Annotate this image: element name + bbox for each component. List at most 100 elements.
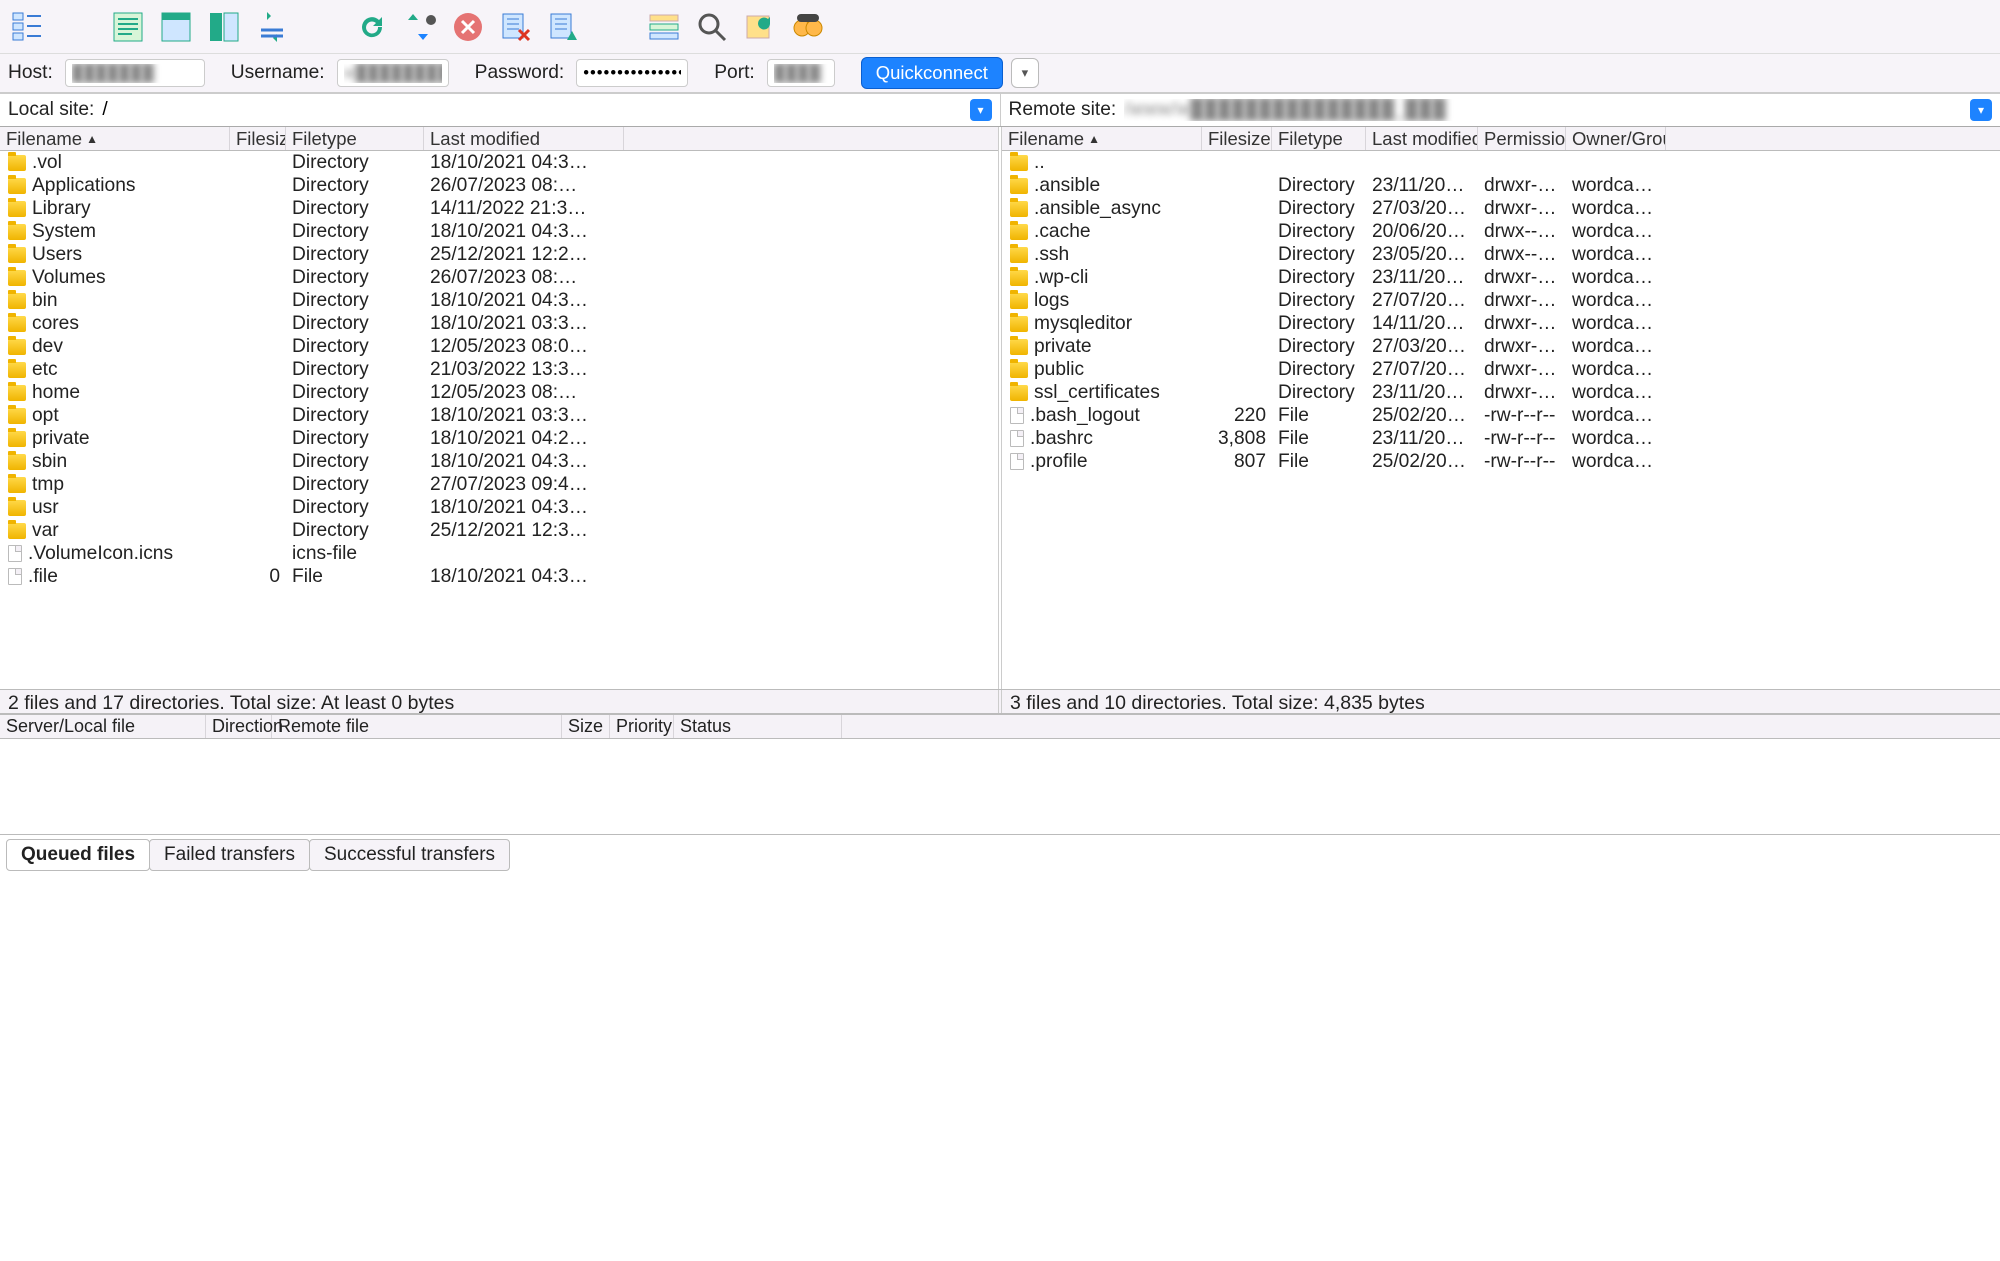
username-input[interactable] [337,59,449,87]
username-label: Username: [231,62,325,84]
toggle-log-icon[interactable] [108,7,148,47]
queue-col-server[interactable]: Server/Local file [0,715,206,738]
folder-icon [8,316,26,332]
reconnect-icon[interactable] [544,7,584,47]
list-item[interactable]: optDirectory18/10/2021 03:3… [0,404,998,427]
disconnect-icon[interactable] [496,7,536,47]
local-col-filetype[interactable]: Filetype [286,127,424,150]
folder-icon [8,431,26,447]
local-col-modified[interactable]: Last modified [424,127,624,150]
folder-icon [8,339,26,355]
list-item[interactable]: varDirectory25/12/2021 12:3… [0,519,998,542]
list-item[interactable]: homeDirectory12/05/2023 08:… [0,381,998,404]
search-icon[interactable] [692,7,732,47]
remote-file-list[interactable]: ...ansibleDirectory23/11/2020 1…drwxr-xr… [1002,151,2000,689]
list-item[interactable]: .ansible_asyncDirectory27/03/2023 2…drwx… [1002,197,2000,220]
list-item[interactable]: logsDirectory27/07/2023 0…drwxr-xr-xword… [1002,289,2000,312]
local-col-filesize[interactable]: Filesize [230,127,286,150]
folder-icon [8,523,26,539]
list-item[interactable]: ssl_certificatesDirectory23/11/2020 1…dr… [1002,381,2000,404]
list-item[interactable]: .VolumeIcon.icnsicns-file [0,542,998,565]
remote-site-dropdown[interactable] [1970,99,1992,121]
tab-failed-transfers[interactable]: Failed transfers [149,839,310,871]
folder-icon [8,477,26,493]
host-label: Host: [8,62,53,84]
file-icon [8,568,22,585]
list-item[interactable]: coresDirectory18/10/2021 03:3… [0,312,998,335]
local-site-dropdown[interactable] [970,99,992,121]
list-item[interactable]: SystemDirectory18/10/2021 04:3… [0,220,998,243]
toggle-remote-tree-icon[interactable] [204,7,244,47]
remote-site-label: Remote site: [1009,99,1117,121]
quickconnect-bar: Host: Username: Password: Port: Quickcon… [0,54,2000,94]
list-item[interactable]: ApplicationsDirectory26/07/2023 08:… [0,174,998,197]
list-item[interactable]: .file0File18/10/2021 04:3… [0,565,998,588]
list-item[interactable]: publicDirectory27/07/2023 0…drwxr-xr-xwo… [1002,358,2000,381]
list-item[interactable]: sbinDirectory18/10/2021 04:3… [0,450,998,473]
local-site-label: Local site: [8,99,94,121]
queue-col-size[interactable]: Size [562,715,610,738]
queue-body[interactable] [0,739,2000,835]
folder-icon [1010,316,1028,332]
list-item[interactable]: LibraryDirectory14/11/2022 21:3… [0,197,998,220]
quickconnect-button[interactable]: Quickconnect [861,57,1003,89]
toggle-queue-icon[interactable] [252,7,292,47]
list-item[interactable]: .cacheDirectory20/06/2022 1…drwx------wo… [1002,220,2000,243]
queue-col-remote[interactable]: Remote file [272,715,562,738]
list-item[interactable]: .ansibleDirectory23/11/2020 1…drwxr-xr-x… [1002,174,2000,197]
list-item[interactable]: binDirectory18/10/2021 04:3… [0,289,998,312]
list-item[interactable]: VolumesDirectory26/07/2023 08:… [0,266,998,289]
toggle-local-tree-icon[interactable] [156,7,196,47]
remote-col-filetype[interactable]: Filetype [1272,127,1366,150]
list-item[interactable]: mysqleditorDirectory14/11/2022 1…drwxr-x… [1002,312,2000,335]
sync-browse-icon[interactable] [788,7,828,47]
remote-col-owner[interactable]: Owner/Group [1566,127,1666,150]
remote-col-modified[interactable]: Last modified [1366,127,1478,150]
list-item[interactable]: tmpDirectory27/07/2023 09:4… [0,473,998,496]
status-bars: 2 files and 17 directories. Total size: … [0,689,2000,715]
remote-col-filesize[interactable]: Filesize [1202,127,1272,150]
host-input[interactable] [65,59,205,87]
remote-site-path[interactable] [1124,97,1962,123]
quickconnect-history-dropdown[interactable] [1011,58,1039,88]
list-item[interactable]: devDirectory12/05/2023 08:0… [0,335,998,358]
list-item[interactable]: .sshDirectory23/05/2023 1…drwx------word… [1002,243,2000,266]
list-item[interactable]: privateDirectory18/10/2021 04:2… [0,427,998,450]
list-item[interactable]: usrDirectory18/10/2021 04:3… [0,496,998,519]
remote-col-permissions[interactable]: Permissions [1478,127,1566,150]
list-item[interactable]: .wp-cliDirectory23/11/2020 1…drwxr-xr-xw… [1002,266,2000,289]
local-file-header: Filename▲ Filesize Filetype Last modifie… [0,127,998,151]
refresh-icon[interactable] [352,7,392,47]
folder-icon [1010,224,1028,240]
cancel-icon[interactable] [448,7,488,47]
list-item[interactable]: .bashrc3,808File23/11/2020 1…-rw-r--r--w… [1002,427,2000,450]
process-queue-icon[interactable] [400,7,440,47]
password-input[interactable] [576,59,688,87]
tab-successful-transfers[interactable]: Successful transfers [309,839,510,871]
file-icon [8,545,22,562]
compare-icon[interactable] [740,7,780,47]
remote-pane: Filename▲ Filesize Filetype Last modifie… [998,127,2000,689]
local-file-list[interactable]: .volDirectory18/10/2021 04:3…Application… [0,151,998,689]
list-item[interactable]: .profile807File25/02/2020 1…-rw-r--r--wo… [1002,450,2000,473]
local-status: 2 files and 17 directories. Total size: … [0,690,998,713]
list-item[interactable]: etcDirectory21/03/2022 13:3… [0,358,998,381]
folder-icon [1010,155,1028,171]
filter-icon[interactable] [644,7,684,47]
remote-status: 3 files and 10 directories. Total size: … [998,690,2000,713]
queue-col-direction[interactable]: Direction [206,715,272,738]
port-input[interactable] [767,59,835,87]
list-item[interactable]: privateDirectory27/03/2023 2…drwxr-xr-xw… [1002,335,2000,358]
list-item[interactable]: .. [1002,151,2000,174]
list-item[interactable]: UsersDirectory25/12/2021 12:2… [0,243,998,266]
remote-col-filename[interactable]: Filename▲ [1002,127,1202,150]
local-site-path[interactable] [102,97,961,123]
local-col-filename[interactable]: Filename▲ [0,127,230,150]
tab-queued-files[interactable]: Queued files [6,839,150,871]
list-item[interactable]: .bash_logout220File25/02/2020 1…-rw-r--r… [1002,404,2000,427]
list-item[interactable]: .volDirectory18/10/2021 04:3… [0,151,998,174]
queue-col-priority[interactable]: Priority [610,715,674,738]
site-manager-icon[interactable] [8,7,48,47]
folder-icon [1010,178,1028,194]
queue-col-status[interactable]: Status [674,715,842,738]
